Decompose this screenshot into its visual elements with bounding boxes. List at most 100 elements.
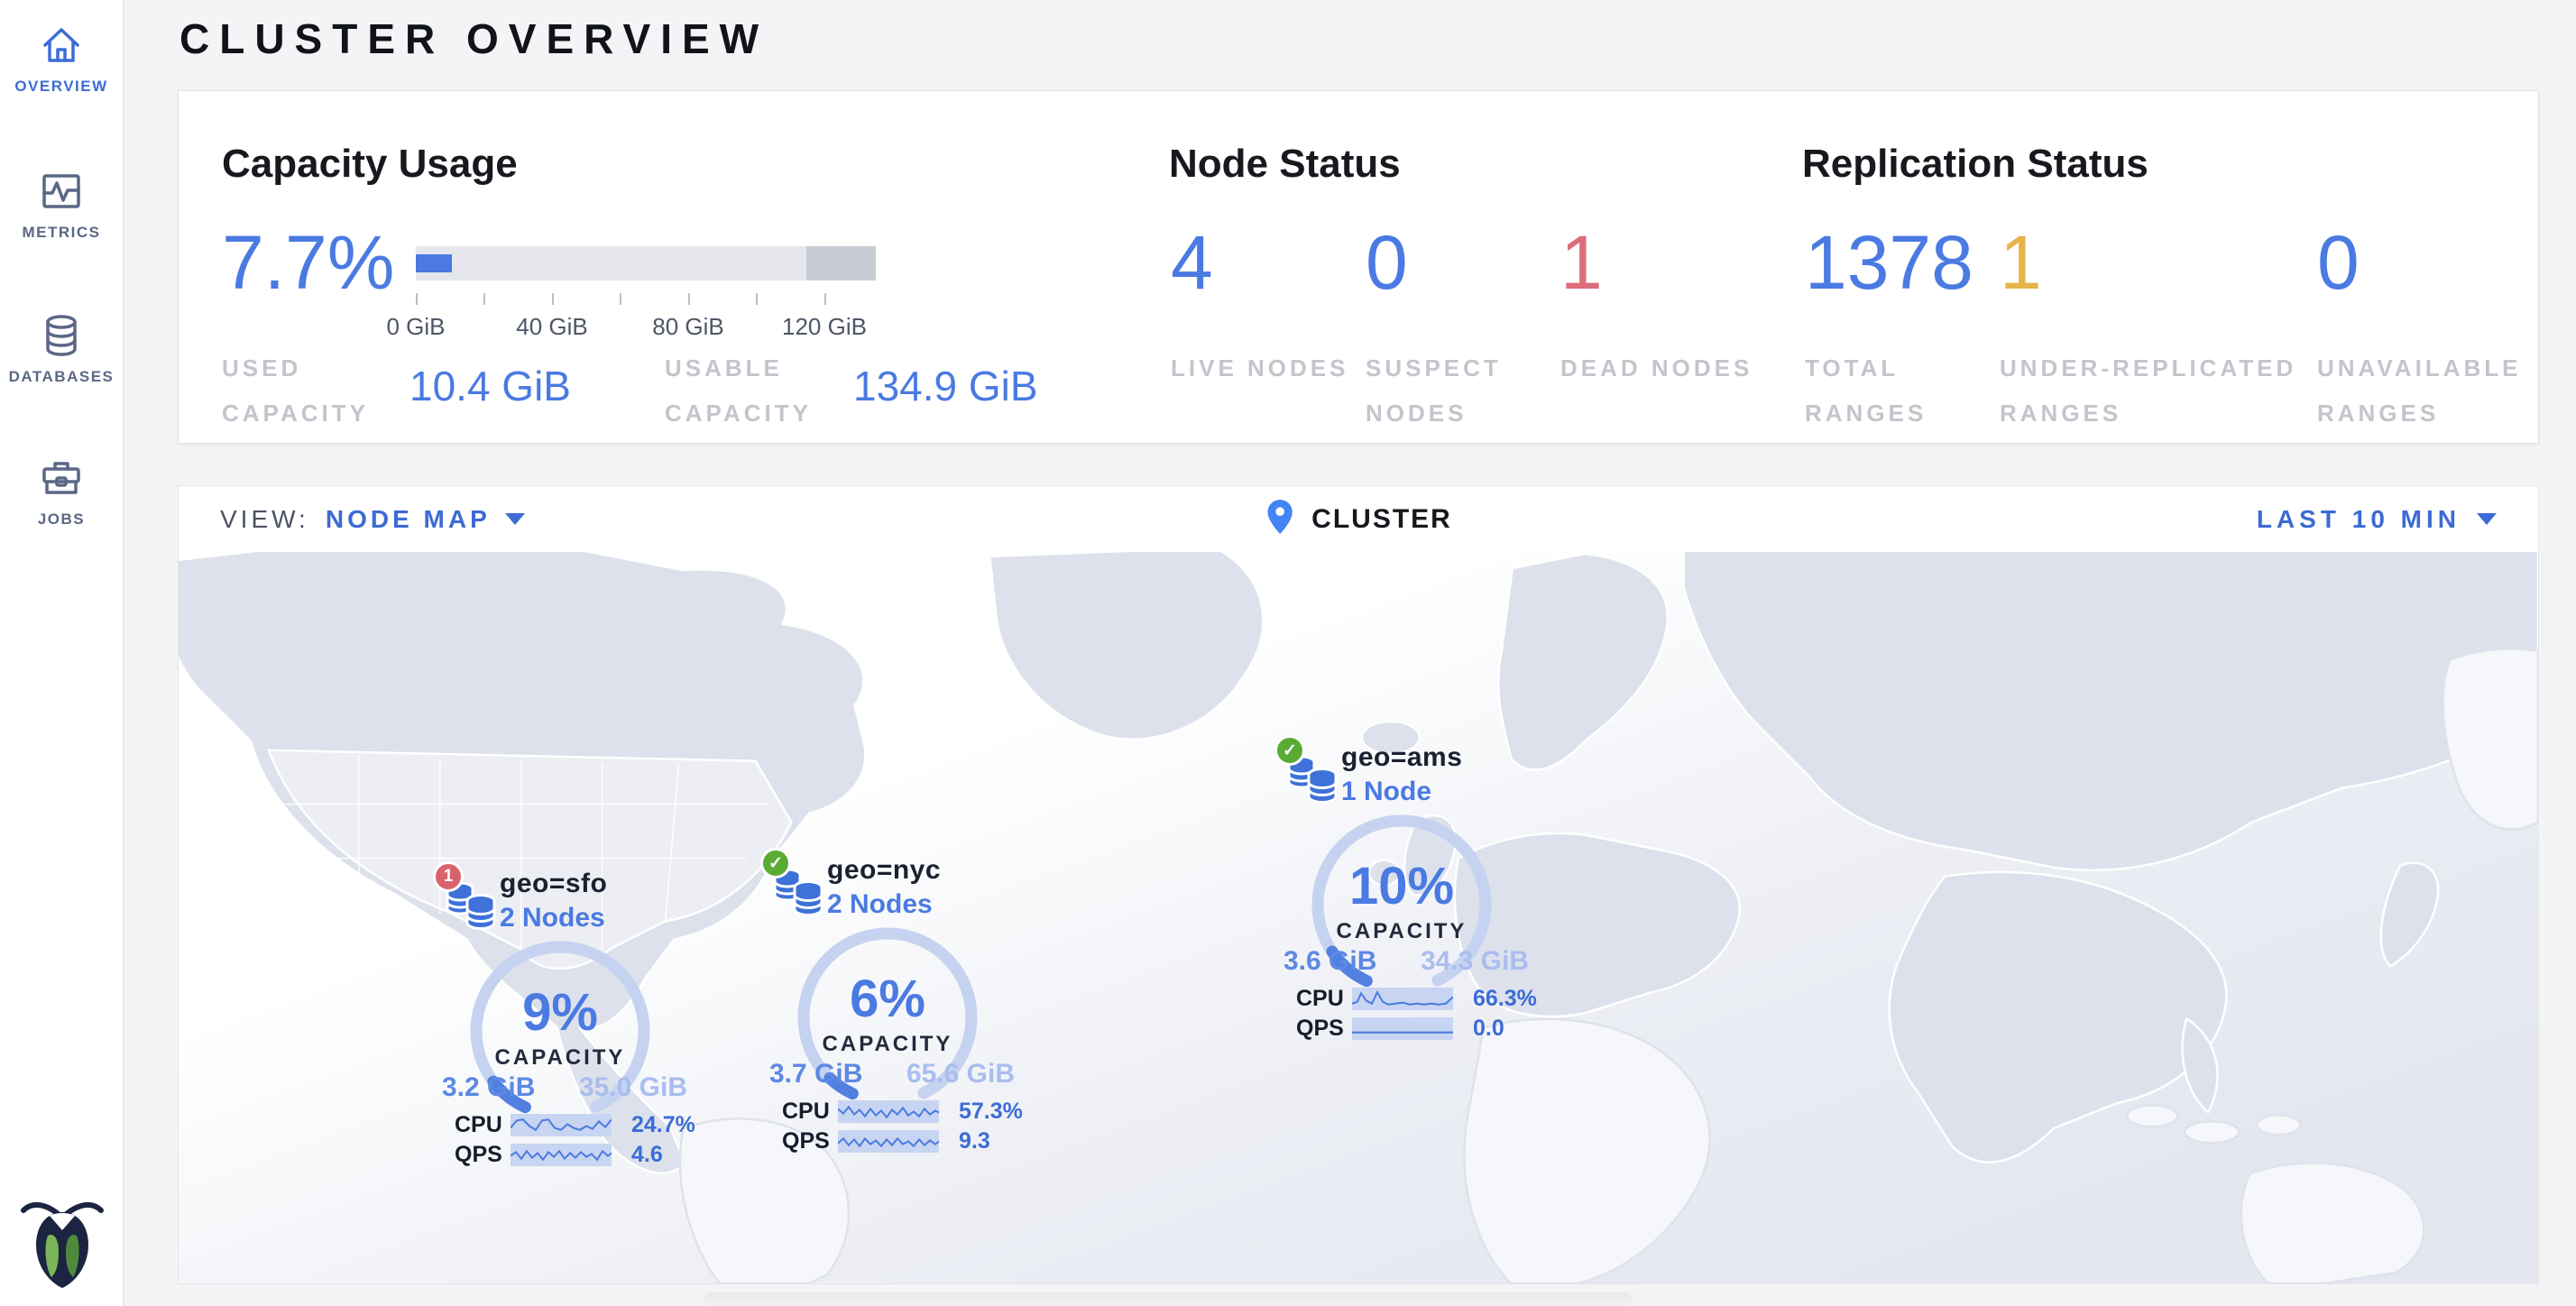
- locality-name: geo=sfo: [500, 869, 607, 899]
- live-nodes-count: 4: [1171, 225, 1213, 300]
- node-status-title: Node Status: [1169, 142, 1401, 187]
- qps-value: 0.0: [1473, 1016, 1504, 1042]
- used-capacity-label: USED CAPACITY: [222, 345, 384, 436]
- cpu-label: CPU: [455, 1112, 511, 1138]
- healthy-badge: ✓: [1274, 735, 1305, 766]
- cockroachdb-logo: [20, 1187, 105, 1292]
- locality-marker-ams[interactable]: ✓ geo=ams 1 Node 10% CAPACITY 3.6 GiB: [1271, 735, 1541, 1033]
- gauge-tick-label: 80 GiB: [616, 313, 760, 341]
- sidebar-item-label: JOBS: [0, 510, 123, 529]
- cpu-value: 57.3%: [959, 1099, 1023, 1125]
- view-label: VIEW:: [220, 505, 309, 534]
- gauge-tick-label: 0 GiB: [344, 313, 488, 341]
- unavailable-ranges-count: 0: [2317, 225, 2360, 300]
- cpu-label: CPU: [782, 1099, 838, 1125]
- cpu-value: 24.7%: [631, 1112, 695, 1138]
- gauge-tick: [620, 293, 621, 305]
- dead-nodes-label: DEAD NODES: [1560, 345, 1768, 391]
- suspect-nodes-count: 0: [1366, 225, 1408, 300]
- gauge-tick-label: 120 GiB: [752, 313, 897, 341]
- gauge-track: [416, 246, 876, 281]
- qps-sparkline: [838, 1130, 939, 1153]
- gauge-used-fill: [416, 254, 452, 272]
- locality-node-count: 2 Nodes: [500, 903, 605, 934]
- chevron-down-icon: [505, 513, 525, 525]
- locality-capacity-percent: 10%: [1302, 856, 1501, 916]
- error-badge: 1: [433, 861, 464, 892]
- unavailable-ranges-label: UNAVAILABLE RANGES: [2317, 345, 2576, 436]
- qps-value: 9.3: [959, 1128, 990, 1154]
- cpu-row: CPU 24.7%: [455, 1110, 695, 1140]
- locality-name: geo=nyc: [827, 855, 941, 886]
- cpu-sparkline: [511, 1114, 612, 1136]
- locality-node-count: 1 Node: [1341, 777, 1431, 807]
- breadcrumb[interactable]: CLUSTER: [1265, 498, 1452, 540]
- sidebar-item-overview[interactable]: OVERVIEW: [0, 22, 123, 96]
- cpu-sparkline: [838, 1100, 939, 1123]
- suspect-nodes-label: SUSPECT NODES: [1366, 345, 1573, 436]
- locality-name: geo=ams: [1341, 742, 1462, 773]
- gauge-tick: [483, 293, 485, 305]
- capacity-label: CAPACITY: [788, 1032, 987, 1057]
- capacity-usage-title: Capacity Usage: [222, 142, 518, 187]
- locality-used-capacity: 3.7 GiB: [769, 1059, 862, 1090]
- capacity-label: CAPACITY: [461, 1045, 659, 1071]
- metrics-icon: [0, 168, 123, 215]
- database-icon: [0, 312, 123, 359]
- briefcase-icon: [0, 455, 123, 501]
- view-mode-dropdown[interactable]: NODE MAP: [326, 505, 525, 534]
- sidebar: OVERVIEW METRICS DATABASES: [0, 0, 124, 1306]
- qps-label: QPS: [1296, 1016, 1352, 1042]
- under-replicated-ranges-count: 1: [2000, 225, 2042, 300]
- qps-label: QPS: [455, 1142, 511, 1168]
- capacity-gauge: 0 GiB 40 GiB 80 GiB 120 GiB: [416, 246, 876, 354]
- cpu-sparkline: [1352, 988, 1453, 1010]
- time-range-dropdown[interactable]: LAST 10 MIN: [2257, 505, 2497, 534]
- capacity-label: CAPACITY: [1302, 919, 1501, 944]
- locality-marker-sfo[interactable]: 1 geo=sfo 2 Nodes 9% CAPACITY 3.2 GiB: [429, 861, 700, 1159]
- qps-row: QPS 0.0: [1296, 1014, 1537, 1044]
- sidebar-item-label: METRICS: [0, 224, 123, 242]
- locality-capacity-percent: 6%: [788, 969, 987, 1029]
- breadcrumb-cluster: CLUSTER: [1311, 504, 1452, 535]
- gauge-tick: [552, 293, 554, 305]
- live-nodes-label: LIVE NODES: [1171, 345, 1378, 391]
- qps-sparkline: [1352, 1017, 1453, 1040]
- sidebar-item-label: DATABASES: [0, 368, 123, 386]
- qps-row: QPS 4.6: [455, 1140, 695, 1170]
- locality-total-capacity: 65.6 GiB: [906, 1059, 1015, 1090]
- cpu-label: CPU: [1296, 986, 1352, 1012]
- replication-status-title: Replication Status: [1802, 142, 2148, 187]
- horizontal-scrollbar[interactable]: [704, 1292, 1633, 1306]
- sidebar-item-metrics[interactable]: METRICS: [0, 168, 123, 242]
- gauge-tick: [688, 293, 690, 305]
- locality-marker-nyc[interactable]: ✓ geo=nyc 2 Nodes 6% CAPACITY 3.7 GiB: [757, 848, 1027, 1145]
- under-replicated-ranges-label: UNDER-REPLICATED RANGES: [2000, 345, 2324, 436]
- cpu-row: CPU 57.3%: [782, 1097, 1023, 1127]
- cpu-row: CPU 66.3%: [1296, 984, 1537, 1014]
- view-bar: VIEW: NODE MAP CLUSTER LAST 10 MIN: [178, 485, 2539, 552]
- total-ranges-count: 1378: [1805, 225, 1973, 300]
- used-capacity-value: 10.4 GiB: [409, 362, 571, 410]
- healthy-badge: ✓: [760, 848, 791, 878]
- locality-node-count: 2 Nodes: [827, 889, 933, 920]
- cluster-summary-card: Capacity Usage Node Status Replication S…: [178, 90, 2539, 444]
- node-map: 1 geo=sfo 2 Nodes 9% CAPACITY 3.2 GiB: [178, 552, 2539, 1284]
- sidebar-item-jobs[interactable]: JOBS: [0, 455, 123, 529]
- capacity-used-percent: 7.7%: [222, 225, 394, 300]
- cpu-value: 66.3%: [1473, 986, 1537, 1012]
- view-mode-value: NODE MAP: [326, 505, 491, 534]
- gauge-reserved-segment: [806, 246, 876, 281]
- dead-nodes-count: 1: [1560, 225, 1603, 300]
- time-range-value: LAST 10 MIN: [2257, 505, 2461, 534]
- gauge-tick: [756, 293, 758, 305]
- gauge-tick: [824, 293, 826, 305]
- sidebar-item-label: OVERVIEW: [0, 78, 123, 96]
- locality-total-capacity: 34.3 GiB: [1421, 946, 1529, 977]
- gauge-tick: [416, 293, 418, 305]
- qps-value: 4.6: [631, 1142, 663, 1168]
- qps-label: QPS: [782, 1128, 838, 1154]
- home-icon: [0, 22, 123, 69]
- page-title: CLUSTER OVERVIEW: [179, 14, 768, 63]
- sidebar-item-databases[interactable]: DATABASES: [0, 312, 123, 386]
